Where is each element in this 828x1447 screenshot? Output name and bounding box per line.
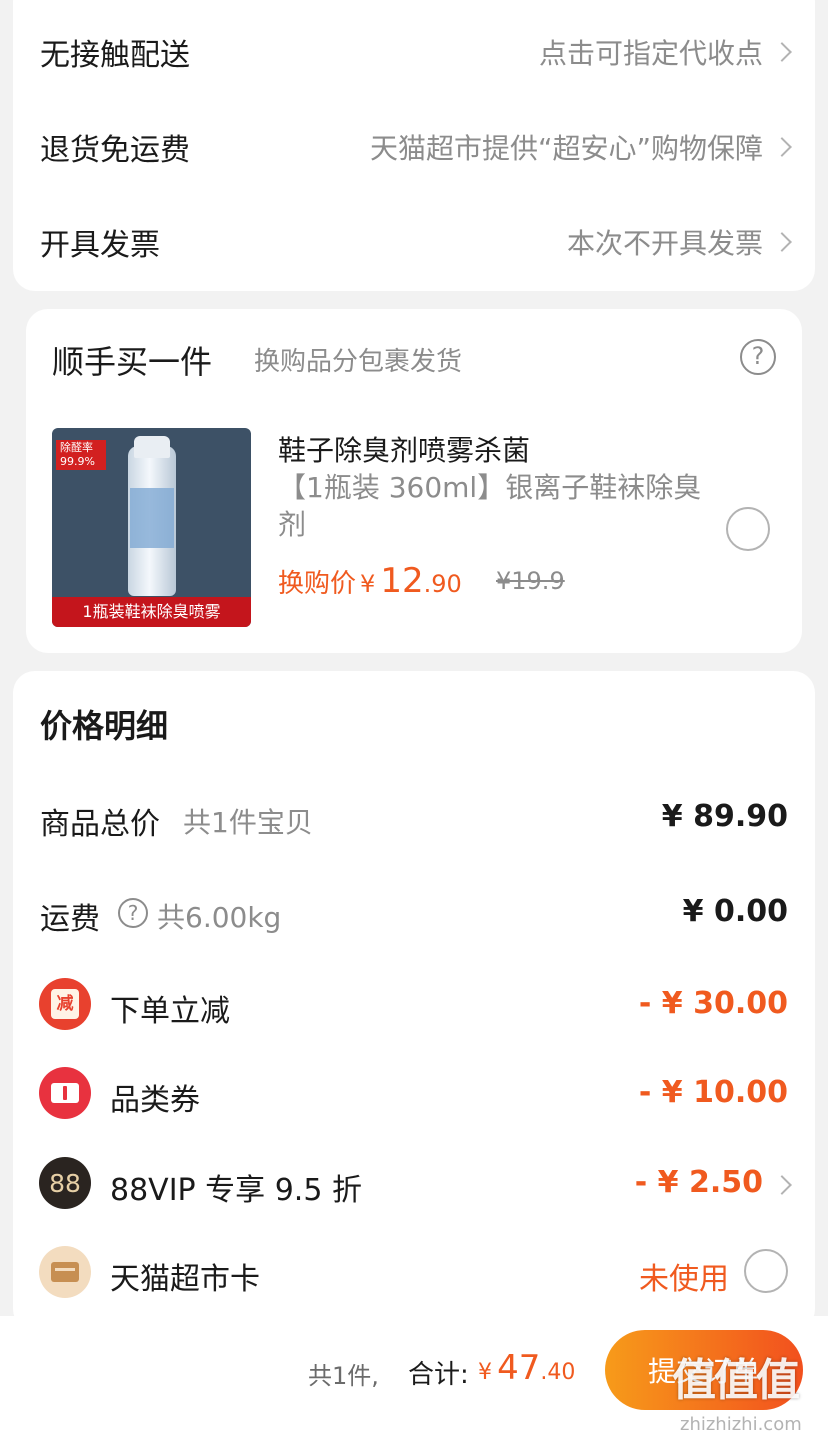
row-label: 退货免运费 <box>40 133 190 168</box>
invoice-row[interactable]: 开具发票 本次不开具发票 <box>13 212 815 272</box>
contactless-delivery-row[interactable]: 无接触配送 点击可指定代收点 <box>13 22 815 82</box>
swap-price-label: 换购价 <box>278 569 357 599</box>
total-label: 合计: <box>408 1360 469 1390</box>
total-price-decimal: .40 <box>540 1360 576 1385</box>
row-value: 天猫超市提供“超安心”购物保障 <box>369 132 763 165</box>
total-price-integer: 47 <box>497 1348 541 1388</box>
price-detail-title: 价格明细 <box>40 707 169 745</box>
vip88-icon: 88 <box>39 1157 91 1209</box>
coupon-icon-glyph <box>51 1083 79 1103</box>
shipping-value: ¥ 0.00 <box>682 894 788 929</box>
addon-purchase-card: 顺手买一件 换购品分包裹发货 ? 除醛率 99.9% 1瓶装鞋袜除臭喷雾 鞋子除… <box>26 309 802 653</box>
product-image-badge: 除醛率 99.9% <box>56 440 106 470</box>
price-detail-card: 价格明细 商品总价 共1件宝贝 ¥ 89.90 运费 ? 共6.00kg ¥ 0… <box>13 671 815 1331</box>
shipping-label: 运费 <box>40 902 100 937</box>
instant-discount-icon: 减 <box>39 978 91 1030</box>
item-count: 共1件, <box>308 1362 379 1390</box>
subtotal-count: 共1件宝贝 <box>183 806 313 839</box>
subtotal-value: ¥ 89.90 <box>661 799 788 834</box>
product-description: 【1瓶装 360ml】银离子鞋袜除臭剂 <box>278 471 702 541</box>
watermark-logo: 值值值 <box>672 1355 800 1406</box>
help-icon[interactable]: ? <box>740 339 776 375</box>
swap-price-integer: 12 <box>380 561 424 601</box>
vip88-discount-label: 88VIP 专享 9.5 折 <box>110 1173 362 1208</box>
category-coupon-label: 品类券 <box>110 1083 200 1118</box>
currency-symbol: ¥ <box>360 570 376 598</box>
spray-can-cap-graphic <box>134 436 170 458</box>
instant-discount-icon-text: 减 <box>51 989 79 1019</box>
addon-subtitle: 换购品分包裹发货 <box>254 347 463 377</box>
product-image-caption: 1瓶装鞋袜除臭喷雾 <box>52 597 251 627</box>
free-return-row[interactable]: 退货免运费 天猫超市提供“超安心”购物保障 <box>13 117 815 177</box>
spray-can-label-graphic <box>130 488 174 548</box>
product-title[interactable]: 鞋子除臭剂喷雾杀菌 <box>278 429 530 469</box>
original-price: ¥19.9 <box>496 567 565 595</box>
watermark-url: zhizhizhi.com <box>680 1414 802 1435</box>
total-price: ¥ 47.40 <box>478 1348 575 1388</box>
row-label: 开具发票 <box>40 228 160 263</box>
addon-title: 顺手买一件 <box>52 343 213 381</box>
addon-select-radio[interactable] <box>726 507 770 551</box>
chevron-right-icon <box>772 232 792 252</box>
row-value: 本次不开具发票 <box>566 227 763 260</box>
row-value: 点击可指定代收点 <box>538 37 763 70</box>
supermarket-card-icon <box>39 1246 91 1298</box>
supermarket-card-status: 未使用 <box>639 1262 729 1297</box>
supermarket-card-radio[interactable] <box>744 1249 788 1293</box>
chevron-right-icon <box>772 42 792 62</box>
supermarket-card-icon-glyph <box>51 1262 79 1282</box>
delivery-options-card: 无接触配送 点击可指定代收点 退货免运费 天猫超市提供“超安心”购物保障 开具发… <box>13 0 815 291</box>
swap-price: 换购价 ¥ 12.90 <box>278 561 462 601</box>
product-image[interactable]: 除醛率 99.9% 1瓶装鞋袜除臭喷雾 <box>52 428 251 627</box>
category-coupon-value: - ¥ 10.00 <box>638 1075 788 1110</box>
currency-symbol: ¥ <box>478 1360 492 1385</box>
instant-discount-label: 下单立减 <box>110 994 230 1029</box>
chevron-right-icon <box>772 1175 792 1195</box>
chevron-right-icon <box>772 137 792 157</box>
swap-price-decimal: .90 <box>423 570 462 598</box>
supermarket-card-label: 天猫超市卡 <box>110 1262 260 1297</box>
shipping-weight: 共6.00kg <box>157 901 282 934</box>
subtotal-label: 商品总价 <box>40 807 160 842</box>
row-label: 无接触配送 <box>40 38 190 73</box>
help-icon[interactable]: ? <box>118 898 148 928</box>
instant-discount-value: - ¥ 30.00 <box>638 986 788 1021</box>
coupon-icon <box>39 1067 91 1119</box>
vip88-discount-value: - ¥ 2.50 <box>634 1165 763 1200</box>
